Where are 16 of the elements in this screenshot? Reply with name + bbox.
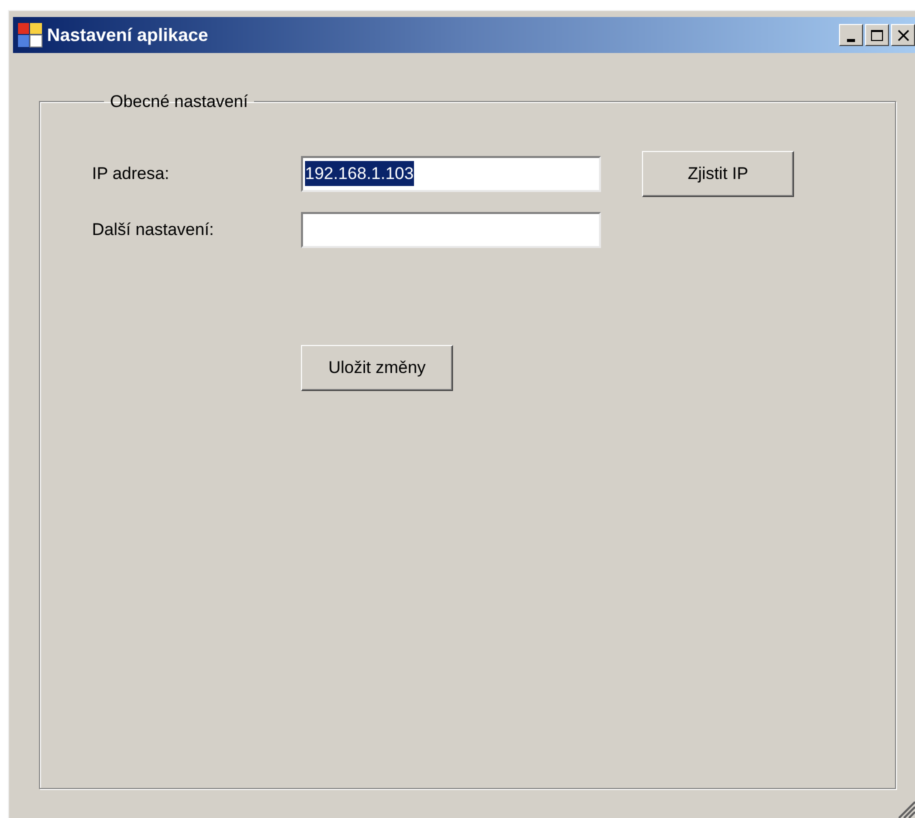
minimize-button[interactable] (839, 24, 863, 46)
close-button[interactable] (891, 24, 915, 46)
save-button[interactable]: Uložit změny (301, 344, 453, 390)
group-title: Obecné nastavení (109, 91, 249, 113)
detect-ip-button[interactable]: Zjistit IP (642, 150, 794, 196)
app-icon (17, 22, 43, 48)
text-field[interactable]: 192.168.1.103 (301, 156, 601, 192)
close-icon (898, 30, 908, 40)
minimize-icon (847, 39, 855, 42)
maximize-icon (871, 30, 883, 40)
maximize-button[interactable] (865, 24, 889, 46)
window-title: Nastavení aplikace (47, 24, 208, 47)
field-label: IP adresa: (92, 162, 170, 185)
field-label: Další nastavení: (92, 218, 215, 241)
field-value: 192.168.1.103 (305, 160, 414, 186)
text-field[interactable] (301, 212, 601, 248)
